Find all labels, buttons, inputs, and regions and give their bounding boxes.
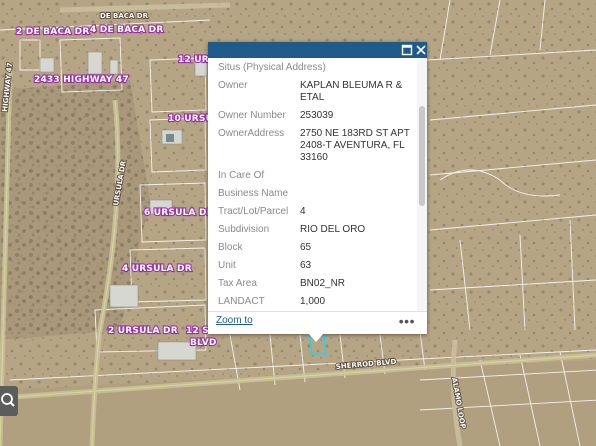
scrollbar-thumb[interactable] (419, 106, 425, 206)
address-label: 2433 HIGHWAY 47 (34, 75, 129, 85)
attribute-key: Business Name (218, 188, 289, 199)
attribute-value: 63 (300, 260, 312, 271)
close-icon[interactable] (414, 43, 428, 57)
attribute-key: OwnerAddress (218, 128, 285, 139)
attribute-value: KAPLAN BLEUMA R & ETAL (300, 80, 403, 103)
attribute-key: Owner Number (218, 110, 286, 121)
attribute-row: Tract/Lot/Parcel 4 (208, 204, 417, 222)
popup-header (208, 42, 427, 58)
attribute-row: In Care Of (208, 168, 417, 186)
address-label: 4 URSULA DR (122, 264, 192, 274)
attribute-row: OwnerAddress 2750 NE 183RD ST APT 2408-T … (208, 126, 417, 168)
attribute-row: Situs (Physical Address) (208, 60, 417, 78)
street-label-de-baca: DE BACA DR (100, 12, 149, 20)
attribute-key: Owner (218, 80, 248, 91)
attribute-key: Block (218, 242, 243, 253)
address-label: 12 S (186, 326, 209, 336)
search-button[interactable] (0, 386, 18, 416)
attribute-row: Tax Area BN02_NR (208, 276, 417, 294)
attribute-value (300, 186, 417, 204)
attribute-row: Subdivision RIO DEL ORO (208, 222, 417, 240)
attribute-value: BN02_NR (300, 278, 346, 289)
attribute-value (300, 168, 417, 186)
attribute-row: Business Name (208, 186, 417, 204)
attribute-key: LANDACT (218, 296, 265, 307)
attribute-row: LANDACT 1,000 (208, 294, 417, 312)
attribute-value: 2750 NE 183RD ST APT 2408-T AVENTURA, FL… (300, 128, 410, 163)
more-options-icon[interactable]: ••• (399, 313, 415, 329)
attribute-key: In Care Of (218, 170, 265, 181)
attribute-value: 253039 (300, 110, 334, 121)
address-label: 2 DE BACA DR (16, 27, 89, 37)
popup-footer: Zoom to ••• (208, 311, 427, 334)
feature-popup: Situs (Physical Address) Owner KAPLAN BLEU… (208, 42, 427, 334)
attribute-row: Unit 63 (208, 258, 417, 276)
address-label: BLVD (190, 338, 217, 348)
attribute-key: Tax Area (218, 278, 257, 289)
address-label: 4 DE BACA DR (90, 25, 163, 35)
attribute-row: Owner KAPLAN BLEUMA R & ETAL (208, 78, 417, 108)
attribute-key: Tract/Lot/Parcel (218, 206, 289, 217)
attribute-value: 4 (300, 206, 306, 217)
attribute-row: Block 65 (208, 240, 417, 258)
attribute-key: Subdivision (218, 224, 270, 235)
address-label: 6 URSULA DR (144, 208, 214, 218)
popup-scrollbar[interactable] (417, 58, 427, 312)
search-icon (1, 393, 15, 407)
attribute-table: Situs (Physical Address) Owner KAPLAN BLEU… (208, 60, 417, 312)
attribute-value: RIO DEL ORO (300, 224, 366, 235)
attribute-key: Situs (Physical Address) (218, 62, 326, 73)
maximize-icon[interactable] (400, 43, 414, 57)
address-label: 2 URSULA DR (108, 326, 178, 336)
attribute-value: 65 (300, 242, 312, 253)
popup-body[interactable]: Situs (Physical Address) Owner KAPLAN BLEU… (208, 58, 417, 312)
popup-pointer (309, 334, 323, 342)
attribute-key: Unit (218, 260, 236, 271)
attribute-value: 1,000 (300, 296, 326, 307)
zoom-to-link[interactable]: Zoom to (216, 315, 253, 326)
attribute-row: Owner Number 253039 (208, 108, 417, 126)
